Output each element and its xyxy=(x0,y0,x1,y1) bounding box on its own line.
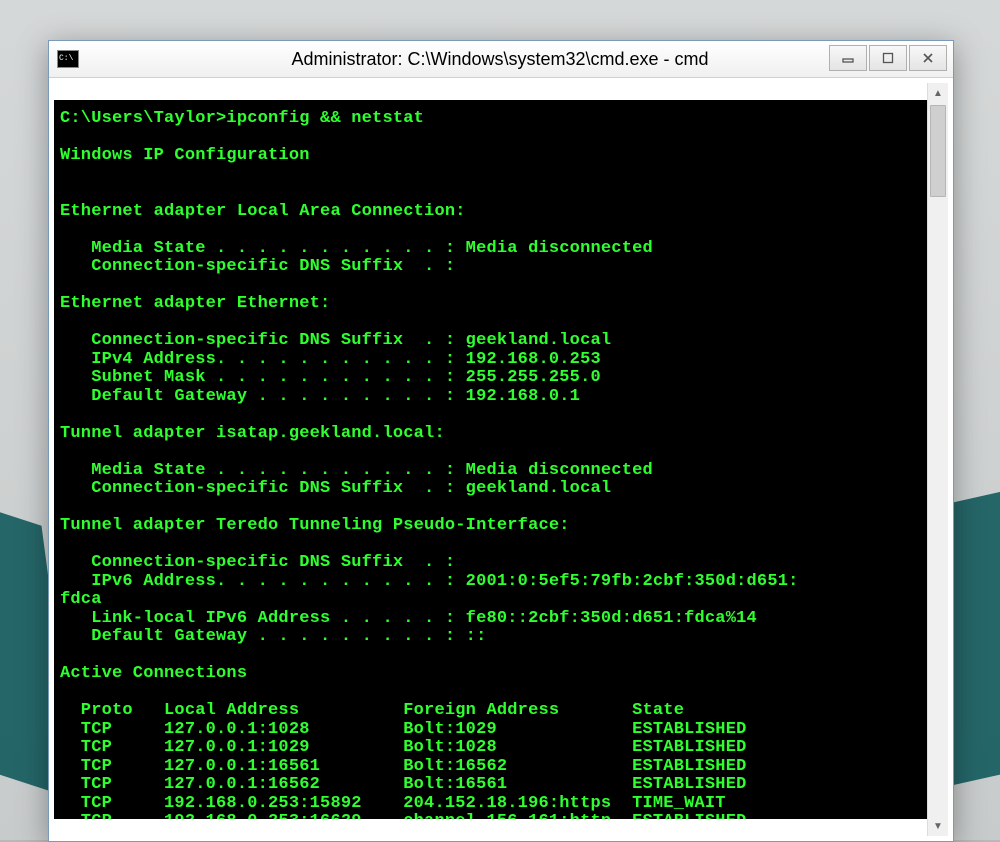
window-controls xyxy=(829,45,947,71)
minimize-button[interactable] xyxy=(829,45,867,71)
terminal-output[interactable]: C:\Users\Taylor>ipconfig && netstat Wind… xyxy=(54,100,927,819)
titlebar[interactable]: Administrator: C:\Windows\system32\cmd.e… xyxy=(49,41,953,78)
close-button[interactable] xyxy=(909,45,947,71)
cmd-window: Administrator: C:\Windows\system32\cmd.e… xyxy=(48,40,954,842)
window-title: Administrator: C:\Windows\system32\cmd.e… xyxy=(87,49,953,70)
maximize-button[interactable] xyxy=(869,45,907,71)
client-area: C:\Users\Taylor>ipconfig && netstat Wind… xyxy=(49,78,953,841)
vertical-scrollbar[interactable]: ▲ ▼ xyxy=(927,83,948,836)
cmd-icon xyxy=(57,50,79,68)
scroll-up-button[interactable]: ▲ xyxy=(928,83,948,103)
scroll-down-button[interactable]: ▼ xyxy=(928,816,948,836)
scroll-thumb[interactable] xyxy=(930,105,946,197)
